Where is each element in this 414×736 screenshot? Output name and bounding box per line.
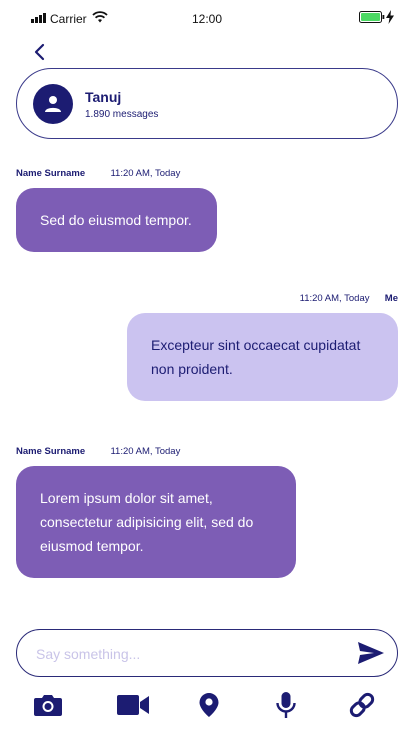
message-meta: 11:20 AM, Today Me (300, 293, 398, 304)
message-meta: Name Surname 11:20 AM, Today (16, 446, 180, 457)
message-time: 11:20 AM, Today (299, 293, 370, 304)
back-button[interactable] (28, 40, 50, 64)
incoming-message-bubble[interactable]: Lorem ipsum dolor sit amet, consectetur … (16, 466, 296, 578)
message-text: Excepteur sint occaecat cupidatat non pr… (151, 337, 361, 377)
contact-name: Tanuj (85, 89, 122, 105)
message-meta: Name Surname 11:20 AM, Today (16, 168, 180, 179)
user-icon (45, 96, 61, 112)
send-button[interactable] (356, 640, 386, 666)
message-composer (16, 629, 398, 677)
message-time: 11:20 AM, Today (110, 446, 181, 457)
battery-icon (359, 11, 385, 23)
link-icon (349, 692, 375, 718)
message-input[interactable] (36, 643, 336, 665)
status-time: 12:00 (191, 12, 223, 26)
avatar (33, 84, 73, 124)
camera-icon (34, 695, 62, 716)
back-chevron-icon (34, 43, 45, 61)
contact-card[interactable]: Tanuj 1.890 messages (16, 68, 398, 139)
outgoing-message-bubble[interactable]: Excepteur sint occaecat cupidatat non pr… (127, 313, 398, 401)
location-button[interactable] (196, 689, 222, 721)
sender-name: Me (384, 293, 398, 304)
microphone-button[interactable] (273, 689, 299, 721)
message-count: 1.890 messages (85, 109, 159, 120)
charging-icon (386, 10, 394, 24)
message-time: 11:20 AM, Today (110, 168, 181, 179)
status-bar: Carrier 12:00 (0, 0, 414, 38)
location-pin-icon (199, 693, 219, 717)
video-icon (117, 695, 149, 715)
send-icon (358, 642, 384, 664)
sender-name: Name Surname (16, 446, 86, 457)
link-button[interactable] (346, 689, 378, 721)
camera-button[interactable] (32, 689, 64, 721)
message-text: Lorem ipsum dolor sit amet, consectetur … (40, 490, 254, 554)
incoming-message-bubble[interactable]: Sed do eiusmod tempor. (16, 188, 217, 252)
sender-name: Name Surname (16, 168, 86, 179)
microphone-icon (276, 692, 296, 718)
video-button[interactable] (115, 689, 151, 721)
message-text: Sed do eiusmod tempor. (40, 212, 192, 228)
